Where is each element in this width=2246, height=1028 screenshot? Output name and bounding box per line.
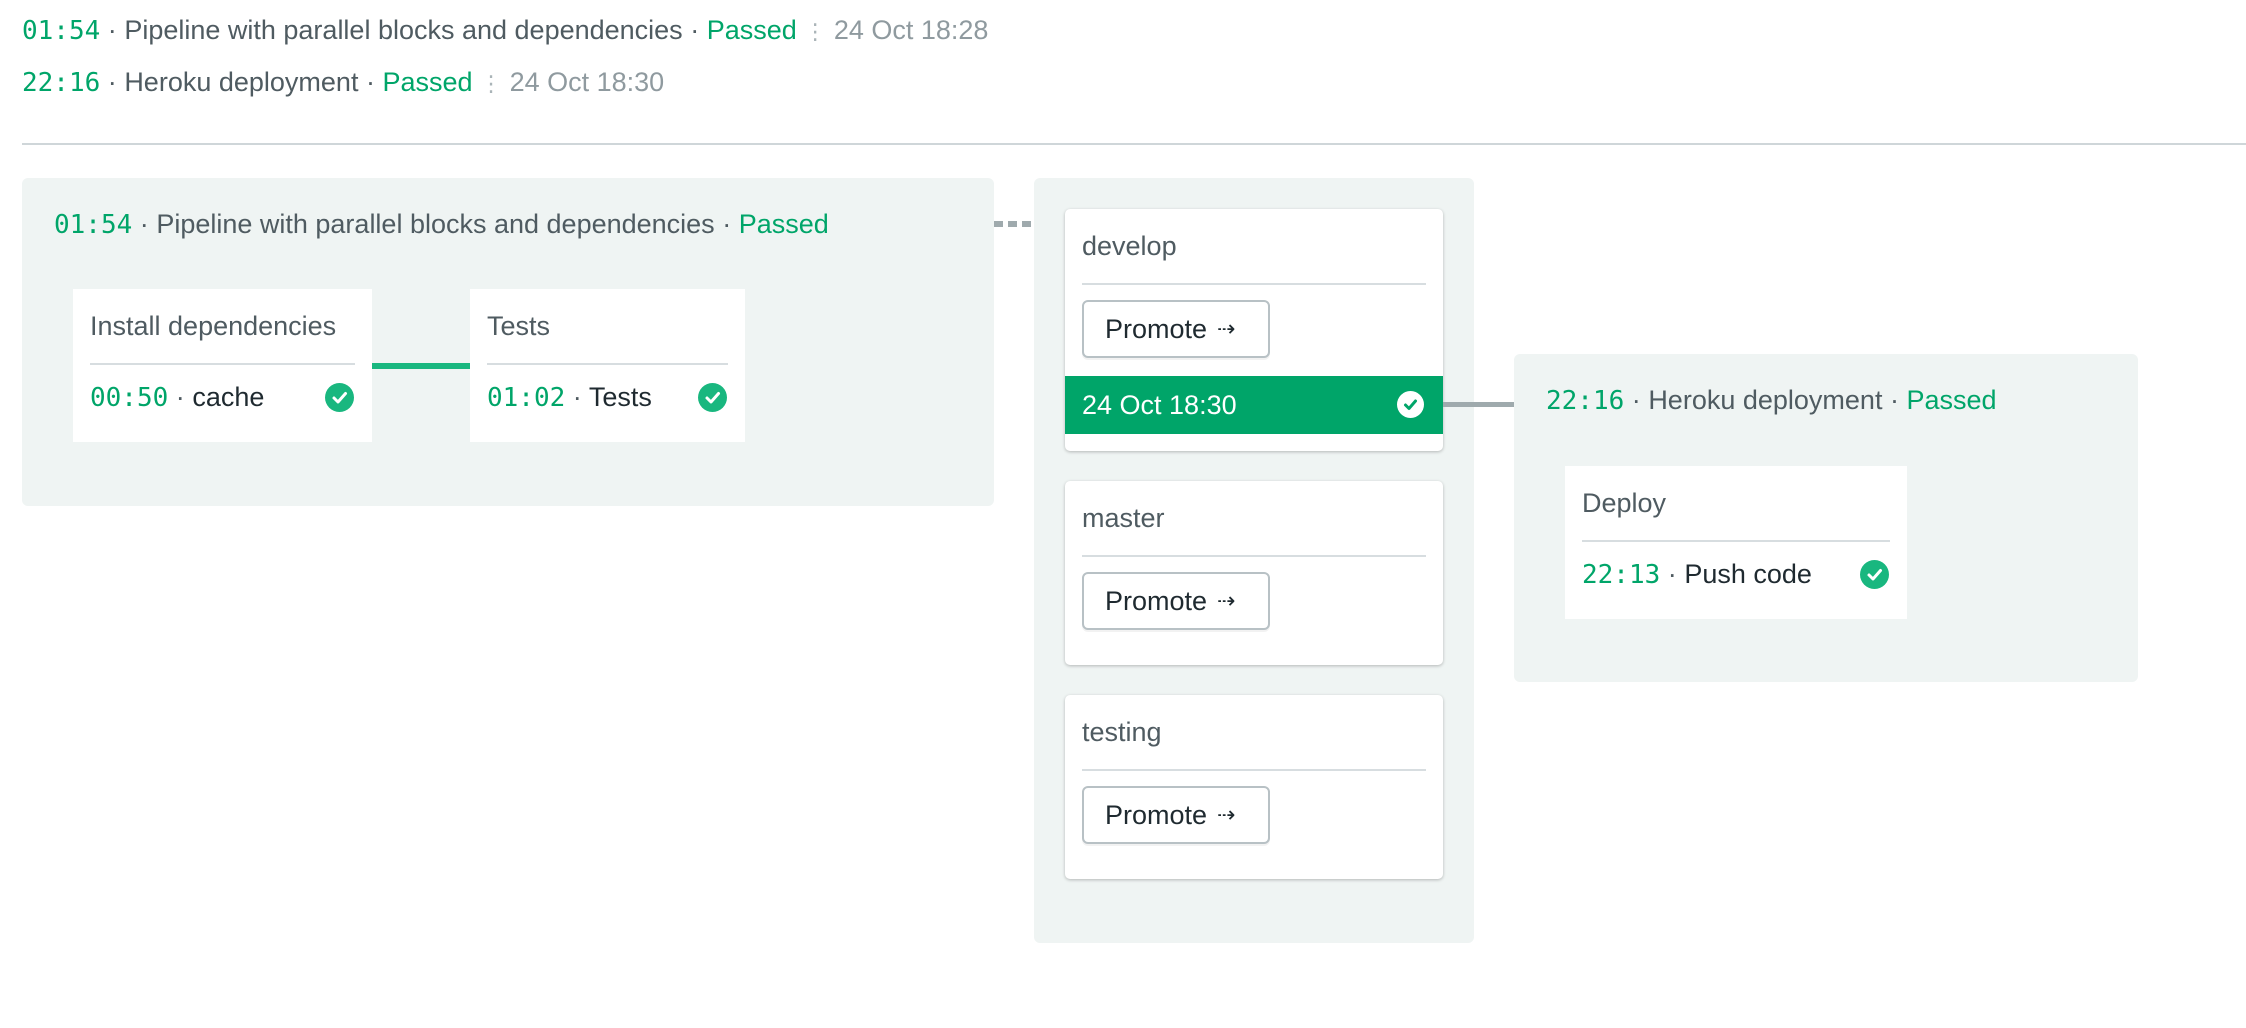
pipeline-title[interactable]: 01:54 · Pipeline with parallel blocks an… [54, 207, 829, 242]
separator: · [690, 15, 700, 45]
separator: · [1667, 559, 1677, 589]
job-row[interactable]: 22:13 · Push code [1582, 556, 1812, 593]
check-circle-icon [698, 383, 727, 412]
history-status: Passed [382, 67, 473, 97]
dependency-connector [372, 363, 470, 369]
promote-button-label: Promote [1105, 799, 1208, 830]
promotion-last-run-date: 24 Oct 18:30 [1082, 389, 1237, 420]
promotion-master: master Promote ⇢ [1065, 481, 1443, 665]
separator: · [175, 382, 185, 412]
history-pipeline-name[interactable]: Heroku deployment [124, 67, 358, 97]
promote-button[interactable]: Promote ⇢ [1082, 786, 1270, 844]
separator: · [107, 15, 117, 45]
meta-separator: ⋮ [480, 71, 503, 96]
promotion-branch: develop [1082, 231, 1177, 261]
promotion-divider [1082, 769, 1426, 771]
job-duration: 00:50 [90, 383, 169, 413]
separator: · [139, 209, 149, 239]
promotion-dashed-connector [994, 221, 1034, 227]
history-duration: 22:16 [22, 68, 101, 98]
pipeline-name[interactable]: Pipeline with parallel blocks and depend… [156, 209, 714, 239]
divider [22, 143, 2246, 145]
history-status: Passed [706, 15, 797, 45]
pipeline-status: Passed [738, 209, 829, 239]
job-duration: 01:02 [487, 383, 566, 413]
promotion-divider [1082, 283, 1426, 285]
deployment-title[interactable]: 22:16 · Heroku deployment · Passed [1546, 383, 1997, 418]
history-item[interactable]: 01:54 · Pipeline with parallel blocks an… [22, 13, 988, 49]
promote-button[interactable]: Promote ⇢ [1082, 572, 1270, 630]
history-date: 24 Oct 18:28 [833, 15, 989, 45]
promotion-develop: develop Promote ⇢ 24 Oct 18:30 [1065, 209, 1443, 451]
block-deploy: Deploy 22:13 · Push code [1565, 466, 1907, 619]
promotion-testing: testing Promote ⇢ [1065, 695, 1443, 879]
block-divider [1582, 540, 1890, 542]
job-row[interactable]: 01:02 · Tests [487, 379, 652, 416]
pipeline-duration: 01:54 [54, 210, 133, 240]
job-duration: 22:13 [1582, 560, 1661, 590]
separator: · [365, 67, 375, 97]
job-name: Tests [588, 382, 652, 412]
block-name: Tests [487, 311, 551, 341]
check-circle-icon [1860, 560, 1889, 589]
block-tests: Tests 01:02 · Tests [470, 289, 745, 442]
promotion-branch: master [1082, 503, 1165, 533]
job-name: Push code [1684, 559, 1812, 589]
pipeline-panel: 01:54 · Pipeline with parallel blocks an… [22, 178, 994, 506]
promotion-last-run[interactable]: 24 Oct 18:30 [1065, 376, 1443, 434]
history-pipeline-name[interactable]: Pipeline with parallel blocks and depend… [124, 15, 682, 45]
block-divider [487, 363, 728, 365]
deployment-panel: 22:16 · Heroku deployment · Passed Deplo… [1514, 354, 2138, 682]
dotted-arrow-right-icon: ⇢ [1217, 802, 1236, 827]
block-divider [90, 363, 355, 365]
promotion-divider [1082, 555, 1426, 557]
promotion-connector [1443, 402, 1516, 407]
job-row[interactable]: 00:50 · cache [90, 379, 264, 416]
deployment-name[interactable]: Heroku deployment [1648, 385, 1882, 415]
separator: · [1631, 385, 1641, 415]
history-date: 24 Oct 18:30 [509, 67, 665, 97]
block-name: Deploy [1582, 488, 1667, 518]
check-circle-icon [1397, 391, 1424, 418]
dotted-arrow-right-icon: ⇢ [1217, 316, 1236, 341]
separator: · [1889, 385, 1899, 415]
dotted-arrow-right-icon: ⇢ [1217, 588, 1236, 613]
promote-button-label: Promote [1105, 313, 1208, 344]
block-install-dependencies: Install dependencies 00:50 · cache [73, 289, 372, 442]
job-name: cache [192, 382, 265, 412]
meta-separator: ⋮ [804, 19, 827, 44]
history-item[interactable]: 22:16 · Heroku deployment · Passed ⋮ 24 … [22, 65, 664, 101]
promotion-branch: testing [1082, 717, 1162, 747]
separator: · [722, 209, 732, 239]
history-duration: 01:54 [22, 16, 101, 46]
block-name: Install dependencies [90, 311, 337, 341]
check-circle-icon [325, 383, 354, 412]
deployment-duration: 22:16 [1546, 386, 1625, 416]
separator: · [572, 382, 582, 412]
deployment-status: Passed [1906, 385, 1997, 415]
promote-button[interactable]: Promote ⇢ [1082, 300, 1270, 358]
separator: · [107, 67, 117, 97]
promote-button-label: Promote [1105, 585, 1208, 616]
